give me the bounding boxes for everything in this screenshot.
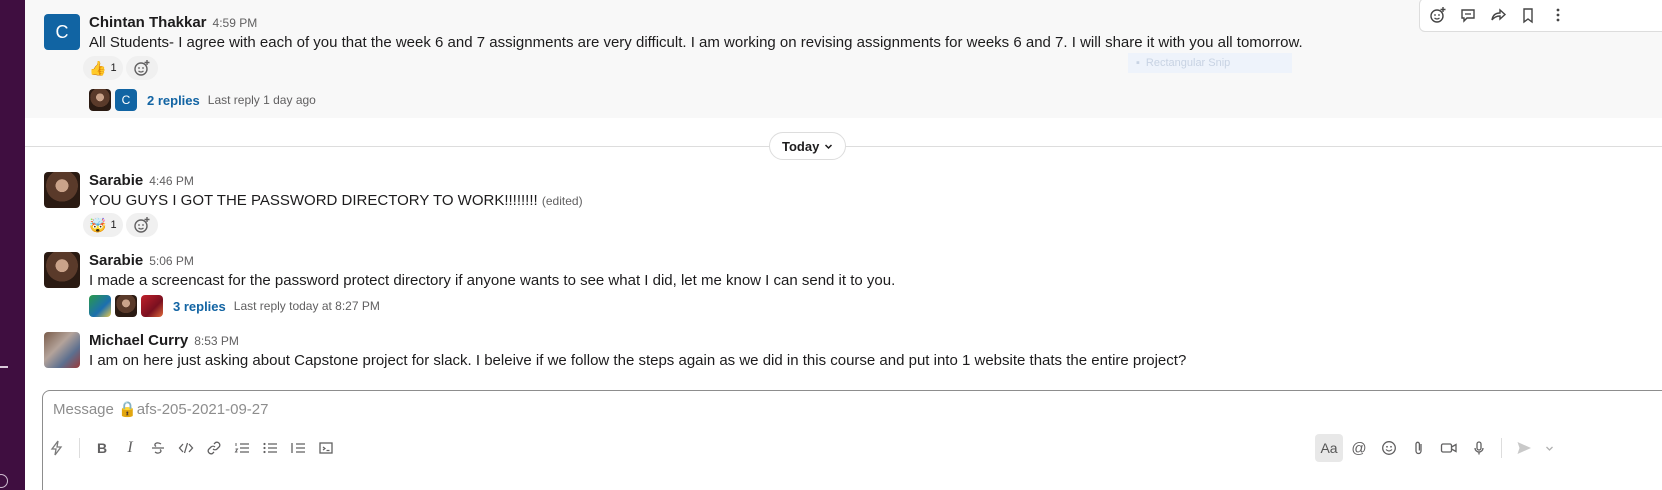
message-item[interactable]: C Chintan Thakkar 4:59 PM All Students- I… <box>25 0 1662 118</box>
reaction-count: 1 <box>110 62 117 74</box>
strike-icon[interactable] <box>144 434 172 462</box>
reaction-count: 1 <box>110 219 117 231</box>
thread-summary[interactable]: C 2 replies Last reply 1 day ago <box>89 88 316 112</box>
share-message-icon[interactable] <box>1488 5 1508 25</box>
date-divider-today[interactable]: Today <box>769 132 847 160</box>
sender-name-text[interactable]: Sarabie <box>89 172 143 189</box>
message-text-body: YOU GUYS I GOT THE PASSWORD DIRECTORY TO… <box>89 192 538 209</box>
toolbar-divider <box>79 438 80 458</box>
message-time[interactable]: 4:46 PM <box>149 174 194 188</box>
message-pane: C Chintan Thakkar 4:59 PM All Students- I… <box>25 0 1662 490</box>
thread-participant-avatar <box>89 89 111 111</box>
add-reaction-button[interactable] <box>126 213 158 237</box>
add-reaction-icon[interactable] <box>1428 5 1448 25</box>
mention-icon[interactable]: @ <box>1345 434 1373 462</box>
thread-participant-avatar: C <box>115 89 137 111</box>
sender-name-text[interactable]: Sarabie <box>89 252 143 269</box>
code-block-icon[interactable] <box>312 434 340 462</box>
message-actions-toolbar <box>1419 0 1662 32</box>
more-actions-icon[interactable] <box>1548 5 1568 25</box>
composer-right-tools: Aa @ <box>1315 434 1558 462</box>
formatting-toolbar: B I Aa @ <box>43 434 1662 462</box>
link-icon[interactable] <box>200 434 228 462</box>
snip-tooltip-ghost: ▪ Rectangular Snip <box>1128 53 1292 73</box>
lightning-icon[interactable] <box>43 434 71 462</box>
toolbar-divider <box>1501 438 1502 458</box>
ordered-list-icon[interactable] <box>228 434 256 462</box>
message-text: I am on here just asking about Capstone … <box>89 352 1187 369</box>
sender-name-text[interactable]: Michael Curry <box>89 332 188 349</box>
avatar[interactable]: C <box>44 14 80 50</box>
add-reaction-button[interactable] <box>126 56 158 80</box>
reaction-pill[interactable]: 👍 1 <box>83 56 123 80</box>
mind-blown-emoji: 🤯 <box>89 216 107 233</box>
code-icon[interactable] <box>172 434 200 462</box>
sidebar-marker <box>0 366 8 368</box>
bold-icon[interactable]: B <box>88 434 116 462</box>
send-icon[interactable] <box>1510 434 1538 462</box>
thread-last-reply: Last reply today at 8:27 PM <box>233 299 380 313</box>
message-input[interactable] <box>43 391 1543 427</box>
thread-last-reply: Last reply 1 day ago <box>207 93 316 107</box>
block-list-icon[interactable] <box>284 434 312 462</box>
snip-label: Rectangular Snip <box>1145 57 1231 69</box>
formatting-toggle-button[interactable]: Aa <box>1315 434 1343 462</box>
message-item[interactable]: Sarabie 4:46 PM YOU GUYS I GOT THE PASSWO… <box>25 166 1662 242</box>
message-item[interactable]: Michael Curry 8:53 PM I am on here just a… <box>25 326 1662 376</box>
avatar[interactable] <box>44 332 80 368</box>
reaction-pill[interactable]: 🤯 1 <box>83 213 123 237</box>
message-time[interactable]: 5:06 PM <box>149 254 194 268</box>
attachment-icon[interactable] <box>1405 434 1433 462</box>
message-text: I made a screencast for the password pro… <box>89 272 896 289</box>
reply-in-thread-icon[interactable] <box>1458 5 1478 25</box>
sender-name[interactable]: Chintan Thakkar 4:59 PM <box>89 14 257 31</box>
thread-replies-link[interactable]: 3 replies <box>173 299 226 314</box>
sender-name[interactable]: Sarabie 5:06 PM <box>89 252 194 269</box>
add-emoji-icon <box>134 217 150 233</box>
bookmark-icon[interactable] <box>1518 5 1538 25</box>
snip-icon: ▪ <box>1136 57 1140 69</box>
workspace-sidebar <box>0 0 25 490</box>
avatar[interactable] <box>44 252 80 288</box>
thread-participant-avatar <box>115 295 137 317</box>
message-text: All Students- I agree with each of you t… <box>89 34 1303 51</box>
edited-label: (edited) <box>541 194 583 208</box>
thread-participant-avatar <box>89 295 111 317</box>
thread-participant-avatar <box>141 295 163 317</box>
emoji-icon[interactable] <box>1375 434 1403 462</box>
message-composer: B I Aa @ <box>42 390 1662 490</box>
message-time[interactable]: 8:53 PM <box>194 334 239 348</box>
chevron-down-icon <box>825 143 833 149</box>
sender-name[interactable]: Sarabie 4:46 PM <box>89 172 194 189</box>
date-divider-label: Today <box>782 138 820 154</box>
message-text: YOU GUYS I GOT THE PASSWORD DIRECTORY TO… <box>89 192 583 209</box>
send-options-chevron-icon[interactable] <box>1540 434 1558 462</box>
avatar[interactable] <box>44 172 80 208</box>
message-item[interactable]: Sarabie 5:06 PM I made a screencast for t… <box>25 246 1662 324</box>
add-emoji-icon <box>134 60 150 76</box>
thread-replies-link[interactable]: 2 replies <box>147 93 200 108</box>
video-icon[interactable] <box>1435 434 1463 462</box>
thumbs-up-emoji: 👍 <box>89 59 107 76</box>
message-time[interactable]: 4:59 PM <box>213 16 258 30</box>
microphone-icon[interactable] <box>1465 434 1493 462</box>
italic-icon[interactable]: I <box>116 434 144 462</box>
sender-name-text[interactable]: Chintan Thakkar <box>89 14 207 31</box>
sender-name[interactable]: Michael Curry 8:53 PM <box>89 332 239 349</box>
thread-summary[interactable]: 3 replies Last reply today at 8:27 PM <box>89 294 380 318</box>
bullet-list-icon[interactable] <box>256 434 284 462</box>
